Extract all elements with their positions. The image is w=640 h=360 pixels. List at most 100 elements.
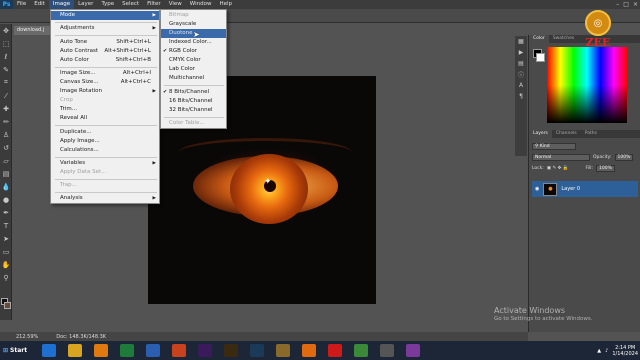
minimize-icon[interactable]: –: [616, 1, 619, 8]
brush-tool-icon[interactable]: ✏: [0, 115, 12, 128]
menu-item-adjustments[interactable]: Adjustments ▶: [51, 24, 159, 33]
menu-item-reveal-all[interactable]: Reveal All: [51, 114, 159, 123]
menu-filter[interactable]: Filter: [143, 0, 165, 9]
close-icon[interactable]: ×: [633, 1, 638, 8]
quick-select-tool-icon[interactable]: ✎: [0, 63, 12, 76]
word-icon[interactable]: [146, 344, 160, 357]
mode-item-grayscale[interactable]: Grayscale: [161, 20, 226, 29]
volume-icon[interactable]: ♪: [605, 348, 608, 354]
properties-panel-icon[interactable]: ▤: [515, 58, 527, 69]
background-color-swatch[interactable]: [4, 302, 11, 309]
actions-panel-icon[interactable]: ▶: [515, 47, 527, 58]
history-panel-icon[interactable]: ▦: [515, 36, 527, 47]
menu-item-image-size[interactable]: Image Size... Alt+Ctrl+I: [51, 69, 159, 78]
visibility-eye-icon[interactable]: ◉: [535, 186, 539, 192]
mode-item-16-bits[interactable]: 16 Bits/Channel: [161, 97, 226, 106]
app3-icon[interactable]: [406, 344, 420, 357]
pen-tool-icon[interactable]: ✒: [0, 206, 12, 219]
tab-color[interactable]: Color: [529, 35, 549, 43]
menu-window[interactable]: Window: [186, 0, 216, 9]
mode-item-cmyk-color[interactable]: CMYK Color: [161, 56, 226, 65]
mode-item-multichannel[interactable]: Multichannel: [161, 74, 226, 83]
mode-item-8-bits[interactable]: ✔ 8 Bits/Channel: [161, 88, 226, 97]
type-tool-icon[interactable]: T: [0, 219, 12, 232]
paragraph-panel-icon[interactable]: ¶: [515, 91, 527, 102]
marquee-tool-icon[interactable]: ⬚: [0, 37, 12, 50]
tab-layers[interactable]: Layers: [529, 130, 552, 138]
menu-file[interactable]: File: [13, 0, 30, 9]
layer-kind-filter[interactable]: ⚲ Kind: [532, 142, 576, 150]
clock[interactable]: 2:14 PM 1/14/2024: [612, 345, 638, 357]
mode-item-indexed-color[interactable]: Indexed Color...: [161, 38, 226, 47]
menu-select[interactable]: Select: [118, 0, 143, 9]
zoom-level[interactable]: 212.59%: [16, 334, 38, 340]
menu-item-duplicate[interactable]: Duplicate...: [51, 128, 159, 137]
layer-row[interactable]: ◉ ● Layer 0: [532, 181, 638, 197]
excel-icon[interactable]: [120, 344, 134, 357]
illustrator-icon[interactable]: [224, 344, 238, 357]
blend-mode-select[interactable]: Normal: [532, 153, 590, 161]
menu-type[interactable]: Type: [97, 0, 118, 9]
menu-item-label: Apply Data Set...: [60, 169, 107, 175]
eraser-tool-icon[interactable]: ▱: [0, 154, 12, 167]
menu-view[interactable]: View: [165, 0, 186, 9]
lasso-tool-icon[interactable]: ℓ: [0, 50, 12, 63]
menu-item-analysis[interactable]: Analysis ▶: [51, 194, 159, 203]
menu-item-calculations[interactable]: Calculations...: [51, 146, 159, 155]
media-player-icon[interactable]: [94, 344, 108, 357]
maximize-icon[interactable]: □: [623, 1, 629, 8]
chrome-icon[interactable]: [354, 344, 368, 357]
blur-tool-icon[interactable]: 💧: [0, 180, 12, 193]
eyedropper-tool-icon[interactable]: ⁄: [0, 89, 12, 102]
menu-item-auto-color[interactable]: Auto Color Shift+Ctrl+B: [51, 56, 159, 65]
mode-item-32-bits[interactable]: 32 Bits/Channel: [161, 106, 226, 115]
premiere-icon[interactable]: [198, 344, 212, 357]
menu-edit[interactable]: Edit: [30, 0, 49, 9]
menu-item-auto-contrast[interactable]: Auto Contrast Alt+Shift+Ctrl+L: [51, 47, 159, 56]
opacity-input[interactable]: 100%: [614, 153, 634, 161]
menu-item-apply-image[interactable]: Apply Image...: [51, 137, 159, 146]
tab-channels[interactable]: Channels: [552, 130, 581, 138]
menu-layer[interactable]: Layer: [74, 0, 97, 9]
menu-divider: [55, 67, 157, 68]
gradient-tool-icon[interactable]: ▤: [0, 167, 12, 180]
move-tool-icon[interactable]: ✥: [0, 24, 12, 37]
menu-item-variables[interactable]: Variables ▶: [51, 159, 159, 168]
history-brush-tool-icon[interactable]: ↺: [0, 141, 12, 154]
stamp-tool-icon[interactable]: ♙: [0, 128, 12, 141]
mode-item-rgb-color[interactable]: ✔ RGB Color: [161, 47, 226, 56]
lock-icon[interactable]: ▣ ✎ ✥ 🔒: [547, 166, 569, 171]
menu-image[interactable]: Image: [48, 0, 75, 9]
shape-tool-icon[interactable]: ▭: [0, 245, 12, 258]
fill-input[interactable]: 100%: [596, 164, 615, 172]
document-tab[interactable]: download.j: [14, 26, 50, 35]
mode-item-lab-color[interactable]: Lab Color: [161, 65, 226, 74]
start-button[interactable]: ⊞ Start: [0, 341, 36, 360]
app2-icon[interactable]: [380, 344, 394, 357]
color-panel-background[interactable]: [536, 53, 545, 62]
hand-tool-icon[interactable]: ✋: [0, 258, 12, 271]
menu-item-auto-tone[interactable]: Auto Tone Shift+Ctrl+L: [51, 38, 159, 47]
app-icon[interactable]: [276, 344, 290, 357]
layer-name[interactable]: Layer 0: [561, 186, 580, 192]
menu-item-trim[interactable]: Trim...: [51, 105, 159, 114]
menu-item-canvas-size[interactable]: Canvas Size... Alt+Ctrl+C: [51, 78, 159, 87]
crop-tool-icon[interactable]: ⌗: [0, 76, 12, 89]
explorer-icon[interactable]: [68, 344, 82, 357]
menu-item-image-rotation[interactable]: Image Rotation ▶: [51, 87, 159, 96]
opera-icon[interactable]: [328, 344, 342, 357]
zoom-tool-icon[interactable]: ⚲: [0, 271, 12, 284]
menu-help[interactable]: Help: [215, 0, 236, 9]
dodge-tool-icon[interactable]: ●: [0, 193, 12, 206]
powerpoint-icon[interactable]: [172, 344, 186, 357]
character-panel-icon[interactable]: A: [515, 80, 527, 91]
path-select-tool-icon[interactable]: ➤: [0, 232, 12, 245]
ie-icon[interactable]: [42, 344, 56, 357]
menu-item-mode[interactable]: Mode ▶: [51, 11, 159, 20]
photoshop-icon[interactable]: [250, 344, 264, 357]
healing-tool-icon[interactable]: ✚: [0, 102, 12, 115]
info-panel-icon[interactable]: ⓘ: [515, 69, 527, 80]
network-icon[interactable]: ▲: [597, 348, 601, 354]
tab-paths[interactable]: Paths: [581, 130, 601, 138]
firefox-icon[interactable]: [302, 344, 316, 357]
